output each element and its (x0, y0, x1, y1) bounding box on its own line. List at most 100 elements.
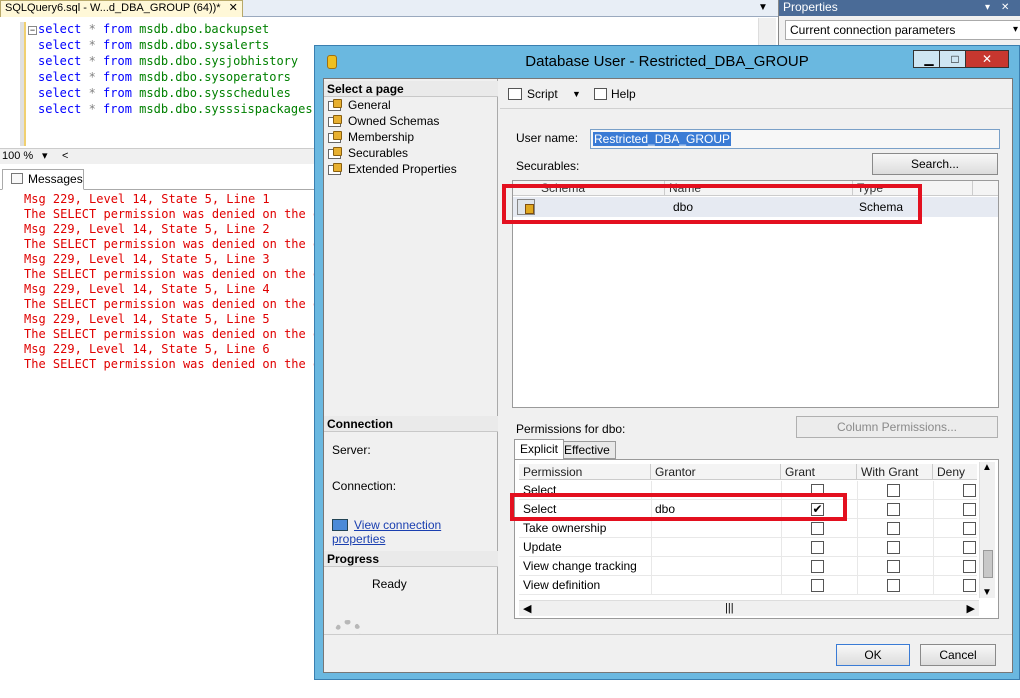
with-grant-checkbox[interactable] (887, 503, 900, 516)
query-line[interactable]: select * from msdb.dbo.backupset (38, 21, 269, 37)
permission-row[interactable]: Update (519, 538, 977, 557)
zoom-level[interactable]: 100 % (2, 149, 33, 163)
close-button[interactable]: ✕ (965, 50, 1009, 68)
dialog-toolbar: Script ▼ Help (500, 79, 1012, 109)
grant-checkbox[interactable] (811, 579, 824, 592)
permissions-column-header[interactable]: With Grant (857, 464, 933, 480)
page-item-membership[interactable]: Membership (328, 129, 414, 145)
scroll-up-icon[interactable]: ▲ (982, 462, 992, 473)
grid-divider (857, 500, 858, 519)
user-name-field[interactable]: Restricted_DBA_GROUP (590, 129, 1000, 149)
query-operator: * (81, 38, 104, 52)
tab-messages[interactable]: Messages (2, 169, 84, 190)
grant-checkbox[interactable] (811, 560, 824, 573)
grid-divider (857, 538, 858, 557)
permissions-column-header[interactable]: Grantor (651, 464, 781, 480)
messages-icon (11, 173, 23, 184)
grid-divider (933, 500, 934, 519)
permissions-column-header[interactable]: Grant (781, 464, 857, 480)
query-line[interactable]: select * from msdb.dbo.sysssispackages (38, 101, 313, 117)
properties-object-selector[interactable]: Current connection parameters ▾ (785, 20, 1020, 40)
query-operator: * (81, 86, 104, 100)
cancel-button[interactable]: Cancel (920, 644, 996, 666)
tab-effective[interactable]: Effective (558, 441, 616, 459)
scroll-left-icon[interactable]: ◀ (523, 602, 531, 615)
view-connection-properties-link[interactable]: View connection properties (332, 518, 497, 546)
deny-checkbox[interactable] (963, 560, 976, 573)
grid-divider (857, 519, 858, 538)
scroll-down-icon[interactable]: ▼ (982, 587, 992, 598)
tab-messages-label: Messages (28, 172, 83, 186)
message-line: The SELECT permission was denied on the … (24, 267, 320, 281)
grid-divider (781, 576, 782, 595)
permissions-label: Permissions for dbo: (516, 422, 626, 436)
permission-row[interactable]: View change tracking (519, 557, 977, 576)
deny-checkbox[interactable] (963, 503, 976, 516)
page-item-owned-schemas[interactable]: Owned Schemas (328, 113, 439, 129)
grant-checkbox[interactable] (811, 541, 824, 554)
deny-checkbox[interactable] (963, 579, 976, 592)
query-line[interactable]: select * from msdb.dbo.sysjobhistory (38, 53, 298, 69)
permissions-column-header[interactable]: Deny (933, 464, 977, 480)
with-grant-checkbox[interactable] (887, 560, 900, 573)
scrollbar-thumb[interactable] (983, 550, 993, 578)
query-line[interactable]: select * from msdb.dbo.sysschedules (38, 85, 291, 101)
permissions-horizontal-scrollbar[interactable]: ◀ ||| ▶ (519, 600, 979, 616)
message-line: Msg 229, Level 14, State 5, Line 1 (24, 192, 270, 206)
scrollbar-grip-icon[interactable]: ||| (725, 602, 734, 614)
page-item-general[interactable]: General (328, 97, 391, 113)
permissions-vertical-scrollbar[interactable]: ▲ ▼ (979, 462, 995, 598)
permission-row[interactable]: View definition (519, 576, 977, 595)
properties-dropdown-icon[interactable]: ▾ (985, 0, 990, 15)
query-object: msdb.dbo.sysjobhistory (131, 54, 299, 68)
query-keyword: select (38, 102, 82, 116)
query-operator: * (81, 70, 104, 84)
page-item-extended-properties[interactable]: Extended Properties (328, 161, 457, 177)
document-tab[interactable]: SQLQuery6.sql - W...d_DBA_GROUP (64))* ✕ (0, 0, 243, 17)
grant-checkbox[interactable] (811, 522, 824, 535)
permissions-column-header[interactable]: Permission (519, 464, 651, 480)
grid-divider (651, 557, 652, 576)
help-button[interactable]: Help (594, 87, 636, 101)
with-grant-checkbox[interactable] (887, 579, 900, 592)
query-keyword: from (103, 22, 132, 36)
deny-checkbox[interactable] (963, 541, 976, 554)
message-line: The SELECT permission was denied on the … (24, 357, 320, 371)
permission-row[interactable]: Take ownership (519, 519, 977, 538)
permission-name: View change tracking (523, 559, 637, 573)
document-tab-title: SQLQuery6.sql - W...d_DBA_GROUP (64))* (5, 2, 221, 14)
ok-button[interactable]: OK (836, 644, 910, 666)
collapse-icon[interactable]: − (28, 26, 37, 35)
zoom-dropdown-icon[interactable]: ▾ (42, 149, 48, 163)
query-line[interactable]: select * from msdb.dbo.sysoperators (38, 69, 291, 85)
tab-dropdown-icon[interactable]: ▼ (758, 0, 768, 15)
close-tab-icon[interactable]: ✕ (229, 2, 238, 14)
page-item-securables[interactable]: Securables (328, 145, 408, 161)
scroll-left-icon[interactable]: < (62, 149, 68, 163)
deny-checkbox[interactable] (963, 522, 976, 535)
grid-divider (933, 538, 934, 557)
with-grant-checkbox[interactable] (887, 522, 900, 535)
scroll-right-icon[interactable]: ▶ (967, 602, 975, 615)
results-tab-bar: Messages (0, 168, 320, 190)
query-operator: * (81, 54, 104, 68)
script-icon (508, 88, 522, 100)
with-grant-checkbox[interactable] (887, 541, 900, 554)
permissions-grid-header: Permission Grantor Grant With Grant Deny (519, 464, 977, 480)
page-item-label: Extended Properties (348, 162, 457, 176)
with-grant-checkbox[interactable] (887, 484, 900, 497)
column-permissions-button[interactable]: Column Permissions... (796, 416, 998, 438)
search-button[interactable]: Search... (872, 153, 998, 175)
annotation-highlight-select-permission (510, 493, 847, 521)
query-line[interactable]: select * from msdb.dbo.sysalerts (38, 37, 269, 53)
user-name-value: Restricted_DBA_GROUP (593, 132, 732, 146)
tab-explicit[interactable]: Explicit (514, 439, 565, 460)
deny-checkbox[interactable] (963, 484, 976, 497)
script-dropdown-icon[interactable]: ▼ (572, 87, 581, 101)
connection-properties-icon (332, 519, 348, 531)
script-button[interactable]: Script (508, 87, 558, 101)
permission-name: View definition (523, 578, 601, 592)
progress-status: Ready (372, 577, 407, 591)
grid-divider (933, 557, 934, 576)
properties-close-icon[interactable]: ✕ (1001, 0, 1009, 15)
